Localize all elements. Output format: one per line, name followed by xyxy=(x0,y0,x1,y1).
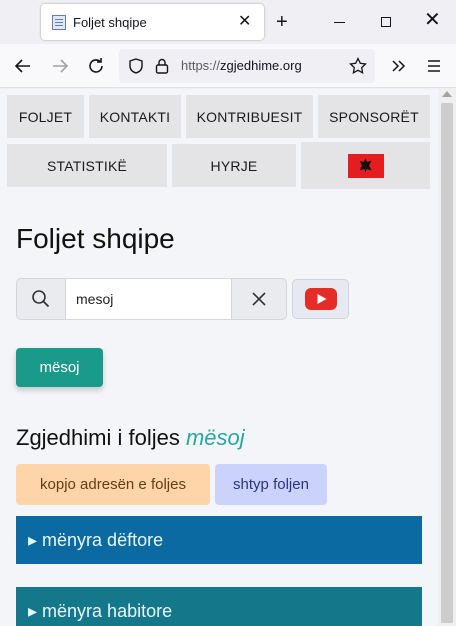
browser-tab[interactable]: Foljet shqipe ✕ xyxy=(41,4,264,40)
window-close-icon[interactable]: ✕ xyxy=(424,10,441,30)
menu-sponsoret[interactable]: SPONSORËT xyxy=(318,95,430,138)
tab-strip: Foljet shqipe ✕ + ✕ xyxy=(0,0,456,44)
language-flag-button[interactable] xyxy=(301,142,430,189)
mode-indicative-toggle[interactable]: ▸ mënyra dëftore xyxy=(16,516,422,564)
youtube-button[interactable] xyxy=(292,279,349,319)
copy-verb-url-button[interactable]: kopjo adresën e foljes xyxy=(16,464,210,505)
page-content: FOLJET KONTAKTI KONTRIBUESIT SPONSORËT S… xyxy=(0,89,438,626)
url-bar[interactable]: https://zgjedhime.org xyxy=(119,49,375,83)
tab-close-icon[interactable]: ✕ xyxy=(238,13,251,31)
back-icon[interactable] xyxy=(12,55,34,77)
menu-statistike[interactable]: STATISTIKË xyxy=(7,144,167,187)
maximize-icon[interactable] xyxy=(381,17,391,27)
scrollbar[interactable] xyxy=(438,89,456,626)
menu-hyrje[interactable]: HYRJE xyxy=(172,144,296,187)
hamburger-menu-icon[interactable] xyxy=(423,55,445,77)
verb-button[interactable]: mësoj xyxy=(16,348,103,387)
navigation-toolbar: https://zgjedhime.org xyxy=(0,44,456,88)
minimize-icon[interactable] xyxy=(334,22,345,23)
conjugation-heading: Zgjedhimi i foljes mësoj xyxy=(16,425,245,450)
overflow-menu-icon[interactable] xyxy=(388,55,410,77)
clear-search-button[interactable] xyxy=(231,279,286,319)
verb-highlight: mësoj xyxy=(185,425,245,450)
reload-icon[interactable] xyxy=(85,55,107,77)
search-group xyxy=(16,278,287,320)
bookmark-star-icon[interactable] xyxy=(349,57,367,75)
page-title: Foljet shqipe xyxy=(16,223,175,254)
menu-foljet[interactable]: FOLJET xyxy=(7,95,84,138)
mode-admirative-toggle[interactable]: ▸ mënyra habitore xyxy=(16,587,422,626)
menu-kontakti[interactable]: KONTAKTI xyxy=(89,95,181,138)
search-input[interactable] xyxy=(66,279,231,319)
scroll-up-icon[interactable] xyxy=(442,91,452,97)
page-favicon-icon xyxy=(52,15,66,30)
lock-icon[interactable] xyxy=(154,57,170,75)
close-icon xyxy=(252,292,266,306)
tab-title: Foljet shqipe xyxy=(73,15,147,30)
scrollbar-thumb[interactable] xyxy=(441,103,453,623)
shield-icon[interactable] xyxy=(127,57,145,75)
new-tab-icon[interactable]: + xyxy=(276,12,288,32)
search-icon xyxy=(17,279,66,319)
forward-icon[interactable] xyxy=(49,55,71,77)
print-verb-button[interactable]: shtyp foljen xyxy=(215,464,327,505)
menu-kontribuesit[interactable]: KONTRIBUESIT xyxy=(186,95,313,138)
albania-flag-icon xyxy=(347,153,384,178)
youtube-icon xyxy=(304,288,337,310)
url-text: https://zgjedhime.org xyxy=(181,58,302,73)
